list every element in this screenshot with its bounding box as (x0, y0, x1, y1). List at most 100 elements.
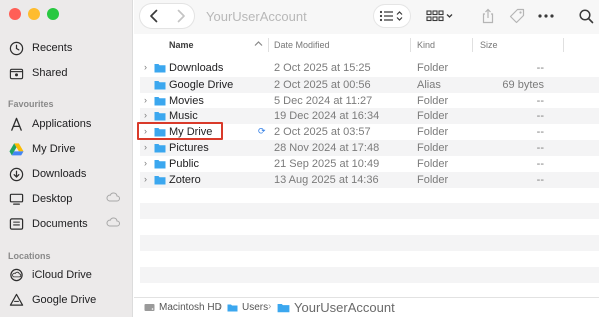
sidebar-section-locations: Locations (8, 251, 51, 261)
download-icon (8, 166, 24, 182)
sidebar-item-label: Downloads (32, 168, 87, 180)
file-name: Music (169, 110, 198, 122)
ellipsis-icon (538, 14, 554, 18)
sidebar-item-label: Desktop (32, 193, 73, 205)
disclosure-chevron-icon[interactable]: › (144, 62, 147, 72)
tag-icon (509, 8, 525, 24)
column-kind[interactable]: Kind (417, 40, 435, 50)
disclosure-chevron-icon[interactable]: › (144, 95, 147, 105)
icloud-status-icon (106, 192, 120, 205)
file-row[interactable]: › Public 21 Sep 2025 at 10:49 Folder -- (140, 156, 599, 172)
file-kind: Folder (417, 158, 449, 170)
sync-status-icon: ⟳ (258, 126, 266, 136)
file-row[interactable]: › Movies 5 Dec 2024 at 11:27 Folder -- (140, 93, 599, 109)
disclosure-chevron-icon[interactable]: › (144, 142, 147, 152)
column-size[interactable]: Size (480, 40, 498, 50)
folder-icon (277, 303, 290, 313)
file-kind: Folder (417, 110, 449, 122)
file-row[interactable]: › Downloads 2 Oct 2025 at 15:25 Folder -- (140, 60, 599, 76)
sidebar-item-label: Documents (32, 218, 88, 230)
file-name: Pictures (169, 142, 209, 154)
search-button[interactable] (574, 5, 598, 27)
window-title: YourUserAccount (206, 9, 307, 24)
file-size: -- (536, 142, 544, 154)
sidebar-item-label: Google Drive (32, 294, 97, 306)
path-item-macintosh-hd[interactable]: Macintosh HD (144, 302, 222, 313)
file-date-modified: 21 Sep 2025 at 10:49 (274, 158, 380, 170)
column-divider[interactable] (563, 38, 564, 52)
sidebar-item-google-drive[interactable]: Google Drive (8, 290, 126, 310)
disclosure-chevron-icon[interactable]: › (144, 174, 147, 184)
file-kind: Folder (417, 95, 449, 107)
disclosure-chevron-icon[interactable]: › (144, 110, 147, 120)
google-drive-icon (8, 141, 24, 157)
sidebar-item-icloud-drive[interactable]: iCloud Drive (8, 265, 126, 285)
close-window-button[interactable] (9, 8, 21, 20)
sidebar-item-applications[interactable]: Applications (8, 114, 126, 134)
selection-highlight-box (137, 122, 223, 140)
share-button[interactable] (476, 5, 500, 27)
sidebar-item-my-drive[interactable]: My Drive (8, 139, 126, 159)
path-item-users[interactable]: Users (227, 302, 268, 313)
file-name: Downloads (169, 62, 224, 74)
column-divider[interactable] (410, 38, 411, 52)
forward-button[interactable] (167, 4, 194, 28)
folder-icon (154, 81, 166, 90)
hard-drive-icon (144, 304, 155, 311)
list-view-icon (379, 10, 403, 22)
desktop-icon (8, 191, 24, 207)
path-item-current[interactable]: YourUserAccount (277, 300, 395, 315)
folder-icon (154, 97, 166, 106)
column-name[interactable]: Name (169, 40, 194, 50)
path-item-label: Users (242, 302, 269, 313)
sidebar-item-desktop[interactable]: Desktop (8, 189, 126, 209)
file-kind: Folder (417, 174, 449, 186)
path-separator-icon: › (268, 301, 272, 312)
file-row[interactable]: › Zotero 13 Aug 2025 at 14:36 Folder -- (140, 172, 599, 188)
file-row[interactable]: Google Drive 2 Oct 2025 at 00:56 Alias 69 b… (140, 77, 599, 93)
file-size: -- (536, 126, 544, 138)
column-divider[interactable] (472, 38, 473, 52)
sidebar-section-favourites: Favourites (8, 99, 54, 109)
view-options-button[interactable] (374, 5, 410, 27)
sidebar-item-documents[interactable]: Documents (8, 214, 126, 234)
path-item-label: Macintosh HD (159, 302, 222, 313)
icloud-status-icon (106, 217, 120, 230)
sidebar-item-label: Applications (32, 118, 92, 130)
applications-icon (8, 116, 24, 132)
back-button[interactable] (140, 4, 167, 28)
column-header: Name Date Modified Kind Size (140, 37, 589, 55)
column-divider[interactable] (268, 38, 269, 52)
group-by-button[interactable] (422, 5, 458, 27)
file-size: -- (536, 95, 544, 107)
sidebar-item-recents[interactable]: Recents (8, 38, 126, 58)
file-size: -- (536, 158, 544, 170)
disclosure-chevron-icon[interactable]: › (144, 158, 147, 168)
icloud-icon (8, 267, 24, 283)
sort-ascending-icon[interactable] (254, 39, 263, 49)
sidebar-item-label: My Drive (32, 143, 76, 155)
empty-row (140, 203, 599, 219)
file-row[interactable]: › Pictures 28 Nov 2024 at 17:48 Folder -- (140, 140, 599, 156)
folder-icon (154, 144, 166, 153)
zoom-window-button[interactable] (47, 8, 59, 20)
folder-icon (227, 304, 238, 312)
path-separator-icon: › (218, 301, 222, 312)
folder-icon (154, 64, 166, 73)
sidebar-item-shared[interactable]: Shared (8, 63, 126, 83)
folder-icon (154, 112, 166, 121)
grid-view-icon (426, 10, 453, 22)
path-bar: Macintosh HD › Users › YourUserAccount (134, 297, 599, 317)
sidebar-item-label: Recents (32, 42, 73, 54)
column-date-modified[interactable]: Date Modified (274, 40, 330, 50)
minimize-window-button[interactable] (28, 8, 40, 20)
more-actions-button[interactable] (534, 5, 558, 27)
path-item-label: YourUserAccount (294, 300, 395, 315)
file-date-modified: 2 Oct 2025 at 00:56 (274, 79, 371, 91)
file-date-modified: 5 Dec 2024 at 11:27 (274, 95, 373, 107)
sidebar-item-downloads[interactable]: Downloads (8, 164, 126, 184)
file-date-modified: 19 Dec 2024 at 16:34 (274, 110, 380, 122)
google-drive-icon (8, 292, 24, 308)
tags-button[interactable] (505, 5, 529, 27)
toolbar: YourUserAccount (134, 0, 599, 34)
